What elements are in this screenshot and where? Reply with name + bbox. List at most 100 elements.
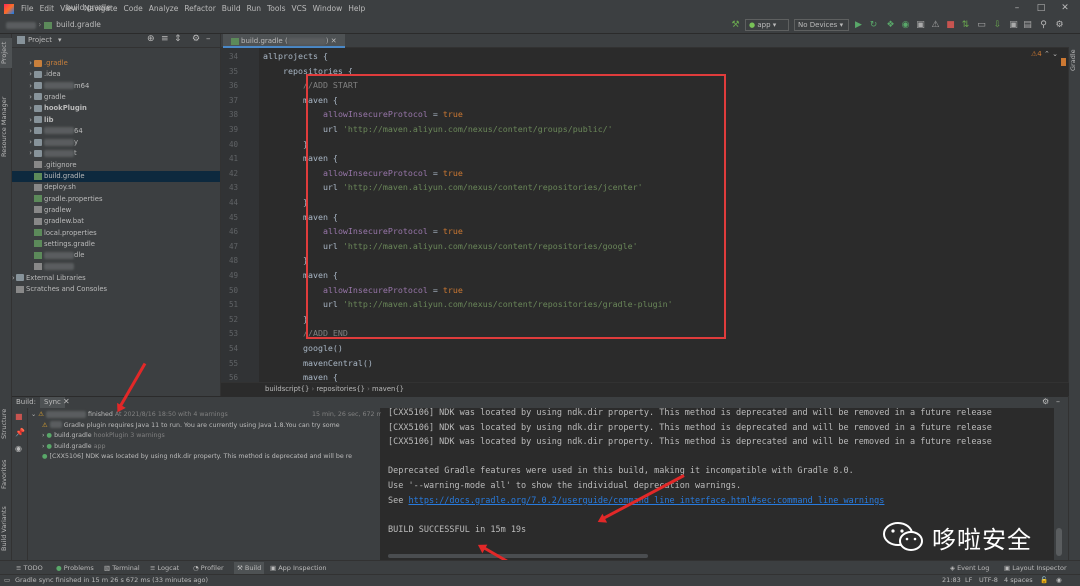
project-tool-tab[interactable]: Project bbox=[0, 38, 12, 68]
event-indicator-icon[interactable]: ◉ bbox=[1056, 575, 1062, 586]
expand-arrow-icon[interactable]: › bbox=[12, 148, 34, 159]
code-line[interactable]: } bbox=[263, 197, 308, 207]
avd-icon[interactable]: ▤ bbox=[1022, 20, 1033, 31]
build-tree-row[interactable]: › ● build.gradle app bbox=[42, 442, 106, 452]
build-settings-icon[interactable]: ⚙ bbox=[1042, 397, 1049, 406]
expand-arrow-icon[interactable]: › bbox=[12, 58, 34, 69]
tree-item[interactable]: › m64 bbox=[12, 81, 220, 92]
console-vertical-scrollbar[interactable] bbox=[1056, 528, 1062, 556]
logcat-tab[interactable]: ≡ Logcat bbox=[150, 562, 179, 574]
menu-code[interactable]: Code bbox=[121, 4, 146, 13]
warning-stripe-marker[interactable] bbox=[1061, 58, 1066, 66]
expand-arrow-icon[interactable]: › bbox=[12, 69, 34, 80]
close-sync-tab-icon[interactable]: ✕ bbox=[63, 397, 70, 406]
collapse-all-icon[interactable]: ≡ bbox=[161, 34, 169, 44]
code-line[interactable]: } bbox=[263, 139, 308, 149]
rerun-icon[interactable]: ↻ bbox=[868, 20, 879, 31]
code-line[interactable]: allprojects { bbox=[263, 51, 328, 61]
breadcrumb-item[interactable]: buildscript{} bbox=[265, 385, 309, 393]
code-line[interactable]: mavenCentral() bbox=[263, 358, 373, 368]
expand-arrow-icon[interactable]: › bbox=[12, 115, 34, 126]
tree-item[interactable]: dle bbox=[12, 250, 220, 261]
expand-arrow-icon[interactable]: › bbox=[12, 137, 34, 148]
favorites-tool-tab[interactable]: Favorites bbox=[0, 454, 12, 494]
build-tab[interactable]: ⚒ Build bbox=[234, 562, 265, 574]
tree-item[interactable]: › .gradle bbox=[12, 58, 220, 69]
code-line[interactable]: } bbox=[263, 255, 308, 265]
profile-icon[interactable]: ◉ bbox=[900, 20, 911, 31]
lock-icon[interactable]: 🔓 bbox=[1040, 575, 1048, 586]
tree-item[interactable]: › External Libraries bbox=[12, 273, 220, 284]
tree-item[interactable]: › 64 bbox=[12, 126, 220, 137]
minimize-icon[interactable]: – bbox=[1010, 2, 1024, 14]
menu-analyze[interactable]: Analyze bbox=[146, 4, 182, 13]
sdk-manager-icon[interactable]: ⇩ bbox=[992, 20, 1003, 31]
project-view-dropdown-icon[interactable]: ▾ bbox=[58, 36, 62, 44]
tree-item[interactable]: gradlew.bat bbox=[12, 216, 220, 227]
warning-count-icon[interactable]: ⚠4 ⌃ ⌄ bbox=[1031, 50, 1058, 58]
resource-manager-tool-tab[interactable]: Resource Manager bbox=[0, 82, 12, 172]
tree-item[interactable]: › y bbox=[12, 137, 220, 148]
menu-window[interactable]: Window bbox=[310, 4, 346, 13]
settings-icon[interactable]: ⚙ bbox=[1054, 20, 1065, 31]
menu-vcs[interactable]: VCS bbox=[288, 4, 309, 13]
terminal-tab[interactable]: ▧ Terminal bbox=[104, 562, 140, 574]
tree-item[interactable] bbox=[12, 261, 220, 272]
hide-build-panel-icon[interactable]: – bbox=[1056, 397, 1060, 406]
structure-icon[interactable]: ▣ bbox=[1008, 20, 1019, 31]
attach-debugger-icon[interactable]: ▣ bbox=[915, 20, 926, 31]
stop-icon[interactable]: ■ bbox=[945, 20, 956, 31]
run-config-select[interactable]: ● app ▾ bbox=[745, 19, 789, 31]
gradle-tool-tab[interactable]: Gradle bbox=[1069, 42, 1080, 78]
build-variants-tool-tab[interactable]: Build Variants bbox=[0, 504, 12, 554]
tree-item[interactable]: › t bbox=[12, 148, 220, 159]
line-separator[interactable]: LF bbox=[965, 575, 972, 586]
tree-item[interactable]: build.gradle bbox=[12, 171, 220, 183]
code-line[interactable]: maven { bbox=[263, 372, 338, 382]
event-log-tab[interactable]: ◈ Event Log bbox=[950, 562, 989, 574]
debug-icon[interactable]: ❖ bbox=[885, 20, 896, 31]
close-icon[interactable]: ✕ bbox=[1058, 2, 1072, 14]
device-manager-icon[interactable]: ▭ bbox=[976, 20, 987, 31]
profiler-tab[interactable]: ◔ Profiler bbox=[193, 562, 224, 574]
gear-icon[interactable]: ⚙ bbox=[192, 34, 200, 44]
project-panel-title[interactable]: Project bbox=[28, 36, 52, 44]
sync-gradle-icon[interactable]: ⇅ bbox=[960, 20, 971, 31]
tree-item[interactable]: deploy.sh bbox=[12, 182, 220, 193]
code-line[interactable]: google() bbox=[263, 343, 343, 353]
hammer-icon[interactable]: ⚒ bbox=[730, 20, 741, 31]
menu-build[interactable]: Build bbox=[219, 4, 244, 13]
build-tree-row[interactable]: ⌄ ⚠ finished At 2021/8/16 18:50 with 4 w… bbox=[31, 410, 228, 420]
expand-all-icon[interactable]: ⇕ bbox=[174, 34, 182, 44]
layout-inspector-tab[interactable]: ▣ Layout Inspector bbox=[1004, 562, 1067, 574]
hide-panel-icon[interactable]: – bbox=[206, 34, 211, 44]
breadcrumb-item[interactable]: repositories{} bbox=[316, 385, 365, 393]
nav-crumb-file[interactable]: build.gradle bbox=[56, 20, 101, 29]
expand-arrow-icon[interactable]: › bbox=[42, 443, 45, 450]
close-tab-icon[interactable]: ✕ bbox=[331, 37, 337, 45]
editor-tab-build-gradle[interactable]: build.gradle () ✕ bbox=[223, 34, 345, 48]
indent-setting[interactable]: 4 spaces bbox=[1004, 575, 1033, 586]
status-message[interactable]: Gradle sync finished in 15 m 26 s 672 ms… bbox=[15, 575, 208, 586]
structure-tool-tab[interactable]: Structure bbox=[0, 404, 12, 444]
expand-arrow-icon[interactable]: › bbox=[12, 92, 34, 103]
menu-refactor[interactable]: Refactor bbox=[181, 4, 218, 13]
expand-arrow-icon[interactable]: › bbox=[12, 126, 34, 137]
tree-item[interactable]: gradle.properties bbox=[12, 194, 220, 205]
search-everywhere-icon[interactable]: ⚲ bbox=[1038, 20, 1049, 31]
todo-tab[interactable]: ≡ TODO bbox=[16, 562, 43, 574]
problems-tab[interactable]: ● Problems bbox=[56, 562, 94, 574]
build-tree-row[interactable]: ● [CXX5106] NDK was located by using ndk… bbox=[42, 452, 352, 462]
build-tree-row[interactable]: ⚠ Gradle plugin requires Java 11 to run.… bbox=[42, 421, 340, 431]
device-select[interactable]: No Devices ▾ bbox=[794, 19, 849, 31]
expand-arrow-icon[interactable]: › bbox=[12, 81, 34, 92]
menu-run[interactable]: Run bbox=[244, 4, 264, 13]
tree-item[interactable]: local.properties bbox=[12, 228, 220, 239]
file-encoding[interactable]: UTF-8 bbox=[979, 575, 998, 586]
breadcrumb-item[interactable]: maven{} bbox=[372, 385, 404, 393]
tree-item[interactable]: gradlew bbox=[12, 205, 220, 216]
build-tree-row[interactable]: › ● build.gradle hookPlugin 3 warnings bbox=[42, 431, 165, 441]
menu-file[interactable]: File bbox=[18, 4, 37, 13]
tree-item[interactable]: settings.gradle bbox=[12, 239, 220, 250]
menu-tools[interactable]: Tools bbox=[264, 4, 288, 13]
